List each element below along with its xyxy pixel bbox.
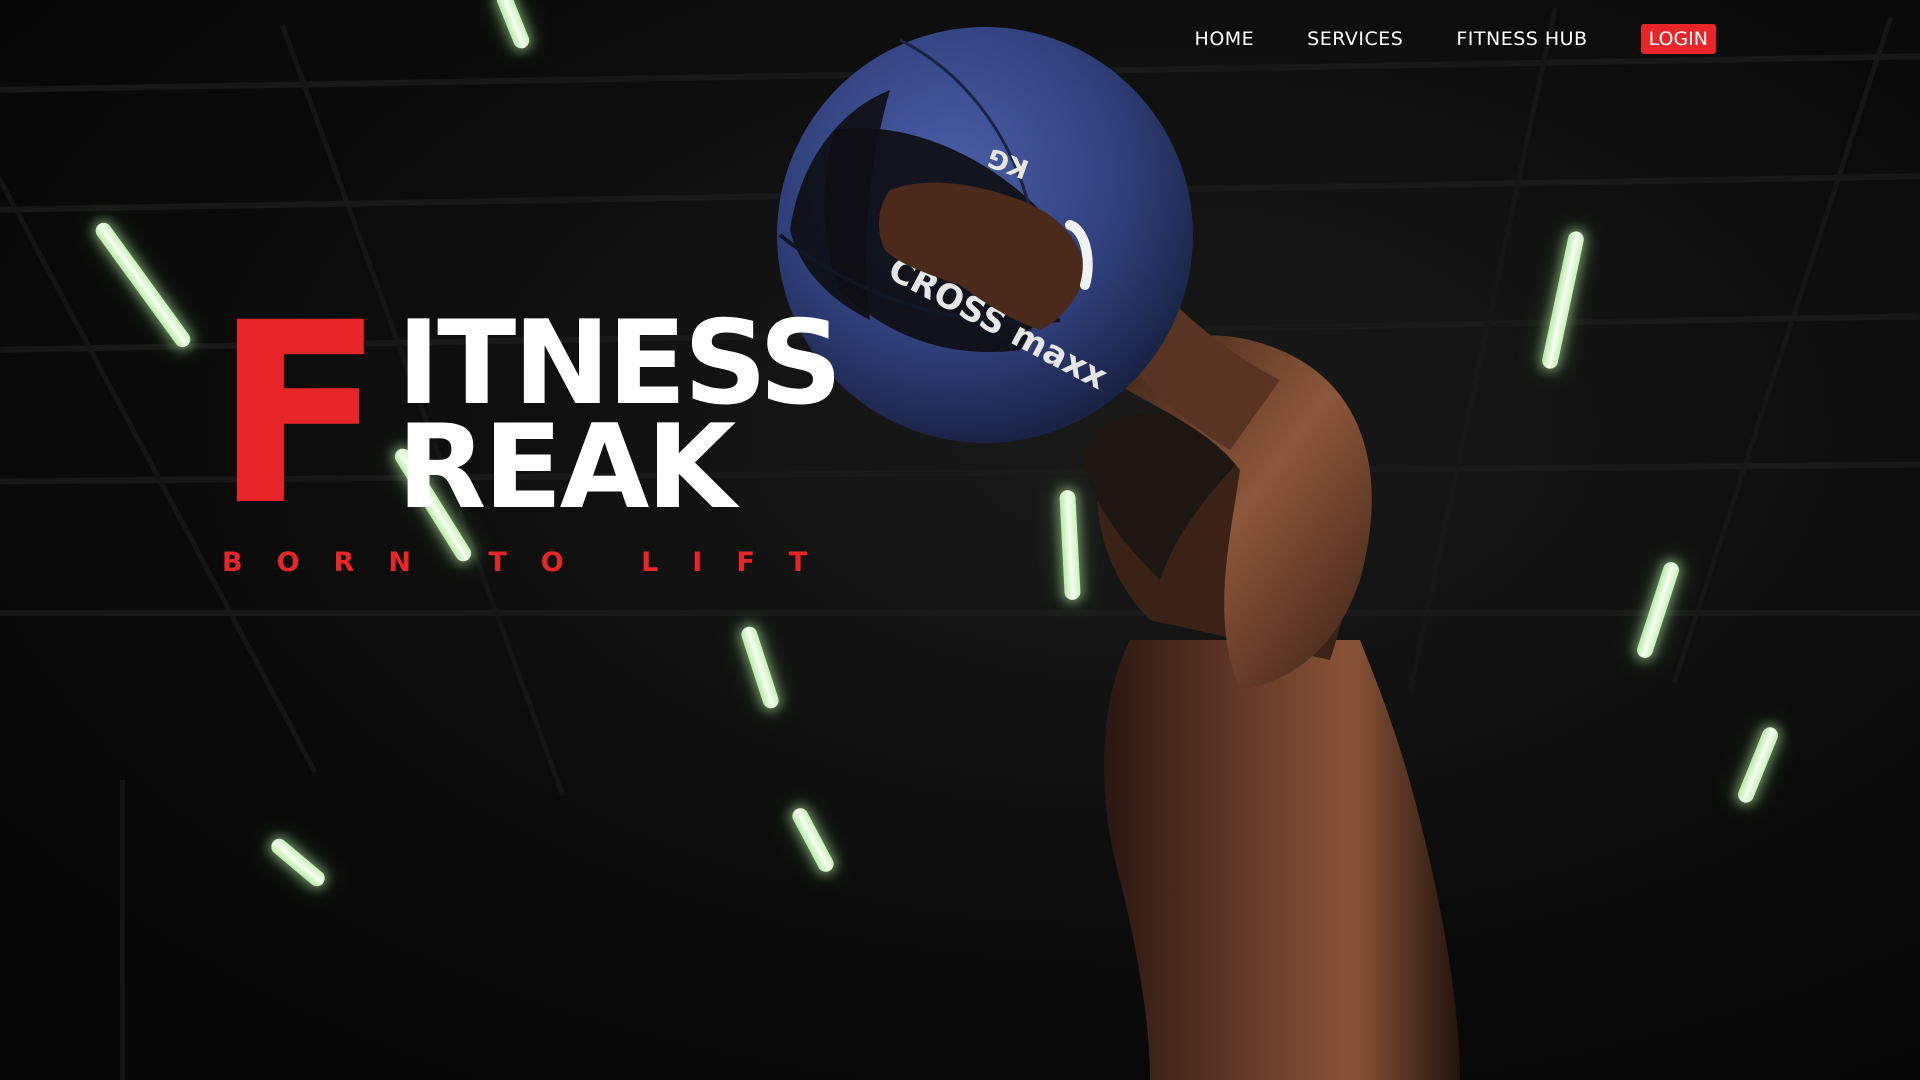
landing-page: CROSS maxx KG HOME SERVICES FITNESS HUB … <box>0 0 1920 1080</box>
logo-line-2: REAK <box>397 400 736 535</box>
nav-services-link[interactable]: SERVICES <box>1307 24 1403 54</box>
nav-fitness-hub-link[interactable]: FITNESS HUB <box>1456 24 1587 54</box>
logo-initial: F <box>214 269 385 560</box>
athlete-torso <box>1103 640 1460 1080</box>
hero-tagline: BORN TO LIFT <box>222 547 842 578</box>
login-button[interactable]: LOGIN <box>1640 24 1716 54</box>
main-navigation: HOME SERVICES FITNESS HUB LOGIN <box>1195 24 1716 54</box>
nav-home-link[interactable]: HOME <box>1195 24 1255 54</box>
